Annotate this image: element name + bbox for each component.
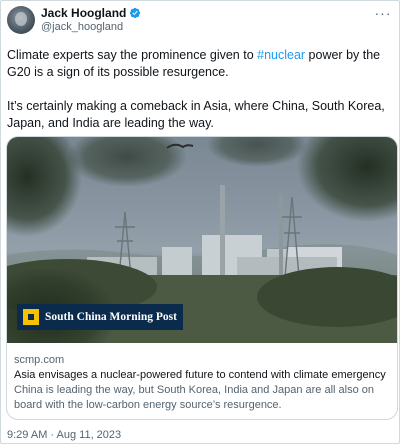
card-domain: scmp.com: [14, 354, 65, 366]
scmp-logo: South China Morning Post: [17, 304, 183, 330]
author-handle[interactable]: @jack_hoogland: [41, 20, 123, 34]
tweet-text: Climate experts say the prominence given…: [7, 47, 395, 132]
verified-badge-icon: [130, 7, 141, 19]
scmp-logo-text: South China Morning Post: [45, 311, 177, 323]
card-description: China is leading the way, but South Kore…: [14, 384, 374, 411]
author-name[interactable]: Jack Hoogland: [41, 6, 126, 20]
more-glyph: ···: [374, 5, 392, 21]
tweet-paragraph-2: It’s certainly making a comeback in Asia…: [7, 99, 385, 130]
scmp-logo-icon: [23, 309, 39, 325]
avatar[interactable]: [7, 6, 35, 34]
tweet-card: Jack Hoogland @jack_hoogland ··· Climate…: [0, 0, 400, 444]
hashtag-link[interactable]: #nuclear: [257, 48, 305, 62]
link-preview-card[interactable]: South China Morning Post scmp.com Asia e…: [6, 136, 398, 420]
more-horizontal-icon[interactable]: ···: [375, 5, 391, 21]
tweet-timestamp[interactable]: 9:29 AM · Aug 11, 2023: [7, 429, 121, 442]
card-image[interactable]: South China Morning Post: [7, 137, 397, 343]
author-name-row[interactable]: Jack Hoogland: [41, 6, 141, 20]
tweet-paragraph-1: Climate experts say the prominence given…: [7, 48, 381, 79]
card-title[interactable]: Asia envisages a nuclear-powered future …: [14, 369, 392, 381]
